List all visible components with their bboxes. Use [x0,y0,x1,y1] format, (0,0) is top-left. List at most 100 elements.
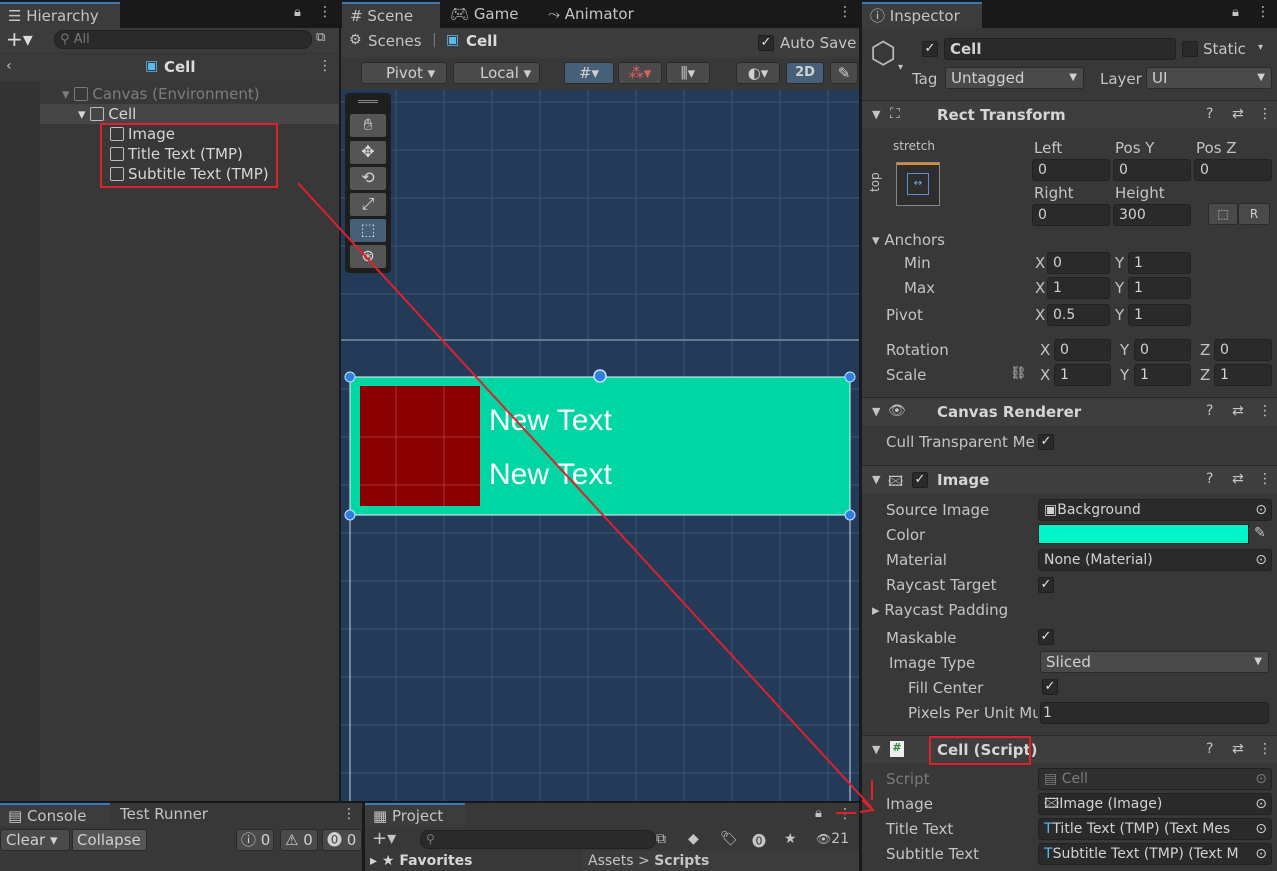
scale-x-field[interactable]: 1 [1054,364,1111,386]
filter-label-icon[interactable]: 🏷︎ [720,831,738,847]
anchor-min-x-field[interactable]: 0 [1047,252,1110,274]
component-menu-icon[interactable]: ⋮ [1258,741,1272,757]
project-lock-icon[interactable]: 🔒︎ [815,806,822,821]
breadcrumb-scenes[interactable]: Scenes [368,32,422,50]
tab-game[interactable]: 🎮︎ Game [442,2,534,28]
tab-console[interactable]: ▤ Console [0,803,110,827]
visibility-eye-icon[interactable]: 👁︎21 [816,831,849,847]
constrain-proportions-icon[interactable]: ⛓︎ [1010,366,1027,381]
lock-icon[interactable]: 🔒︎ [294,5,301,20]
clear-button[interactable]: Clear ▾ [0,829,70,851]
maskable-checkbox[interactable]: ✓ [1038,629,1054,645]
filter-error-icon[interactable]: ⓿ [752,831,766,851]
search-by-type-icon[interactable]: ⧉ [656,831,666,847]
favorites-item[interactable]: ▸ ★ Favorites [370,853,473,869]
console-menu-icon[interactable]: ⋮ [342,806,356,822]
anchor-preset-button[interactable]: ↔ [896,162,940,206]
anchor-handle-bl[interactable] [344,509,356,521]
tree-item-cell[interactable]: ▾ Cell [78,105,136,123]
tag-dropdown[interactable]: Untagged ▼ [945,67,1084,89]
presets-icon[interactable]: ⇄ [1232,741,1244,757]
active-checkbox[interactable]: ✓ [922,41,938,57]
icon-dropdown-arrow[interactable]: ▾ [898,62,903,73]
object-picker-icon[interactable]: ⊙ [1255,794,1267,814]
auto-save-checkbox[interactable]: ✓ [758,35,774,51]
pivot-handle[interactable] [593,369,607,383]
pivot-y-field[interactable]: 1 [1128,304,1191,326]
tab-project[interactable]: ▦ Project [365,803,465,827]
breadcrumb-menu-icon[interactable]: ⋮ [318,58,332,74]
posz-field[interactable]: 0 [1194,159,1272,181]
fill-center-checkbox[interactable]: ✓ [1042,679,1058,695]
snap-increment-button[interactable]: ⁂▾ [618,62,662,84]
breadcrumb-cell[interactable]: Cell [466,32,497,50]
path-scripts[interactable]: Scripts [654,853,709,869]
object-picker-icon[interactable]: ⊙ [1255,844,1267,864]
tab-animator[interactable]: ⤳ Animator [540,2,650,28]
rect-transform-header[interactable]: ▼ ⛶ Rect Transform ? ⇄ ⋮ [862,100,1277,128]
subtitle-text-reference-field[interactable]: TSubtitle Text (TMP) (Text M ⊙ [1038,843,1272,865]
hierarchy-search-input[interactable]: ⚲ All [54,30,312,49]
filter-type-icon[interactable]: ◆ [688,831,699,847]
help-icon[interactable]: ? [1206,471,1213,487]
grid-visibility-button[interactable]: ⫼▾ [666,62,710,84]
foldout-arrow-icon[interactable]: ▼ [872,405,880,418]
presets-icon[interactable]: ⇄ [1232,403,1244,419]
hand-tool-icon[interactable]: ✋︎ [350,114,386,137]
left-field[interactable]: 0 [1032,159,1110,181]
scene-menu-icon[interactable]: ⋮ [838,4,852,20]
collapse-button[interactable]: Collapse [72,829,147,851]
rotation-x-field[interactable]: 0 [1054,339,1111,361]
help-icon[interactable]: ? [1206,403,1213,419]
pivot-dropdown[interactable]: Pivot ▾ [361,62,447,84]
raycast-target-checkbox[interactable]: ✓ [1038,577,1054,593]
component-menu-icon[interactable]: ⋮ [1258,403,1272,419]
height-field[interactable]: 300 [1113,204,1191,226]
image-type-dropdown[interactable]: Sliced ▼ [1040,651,1269,673]
rotation-z-field[interactable]: 0 [1214,339,1272,361]
material-field[interactable]: None (Material) ⊙ [1038,549,1272,571]
lighting-button[interactable]: ✎ [830,62,858,84]
object-name-field[interactable]: Cell [944,38,1176,60]
local-dropdown[interactable]: Local ▾ [453,62,540,84]
static-checkbox[interactable] [1182,41,1198,57]
project-search-input[interactable]: ⚲ [420,830,656,849]
object-picker-icon[interactable]: ⊙ [1255,500,1267,520]
error-count-toggle[interactable]: ⓿ 0 [322,829,362,851]
image-component-header[interactable]: ▼ 🖾︎ ✓ Image ? ⇄ ⋮ [862,465,1277,493]
back-arrow-icon[interactable]: ‹ [6,58,12,74]
tab-hierarchy[interactable]: ☰ Hierarchy [0,2,120,28]
pixels-per-unit-field[interactable]: 1 [1040,702,1269,724]
inspector-menu-icon[interactable]: ⋮ [1256,4,1270,20]
cell-script-header[interactable]: ▼ # Cell (Script) ? ⇄ ⋮ [862,735,1277,763]
object-picker-icon[interactable]: ⊙ [1255,550,1267,570]
tab-test-runner[interactable]: Test Runner [112,803,232,827]
canvas-renderer-header[interactable]: ▼ 👁︎ Canvas Renderer ? ⇄ ⋮ [862,397,1277,425]
anchor-max-y-field[interactable]: 1 [1128,277,1191,299]
move-tool-icon[interactable]: ✥ [350,141,386,164]
add-icon[interactable]: +▾ [6,27,33,51]
info-count-toggle[interactable]: ⓘ 0 [236,829,274,851]
draw-mode-button[interactable]: ◐▾ [736,62,780,84]
object-picker-icon[interactable]: ⊙ [1255,819,1267,839]
blueprint-mode-button[interactable]: ⬚ [1208,203,1238,225]
project-add-icon[interactable]: +▾ [372,828,396,849]
scale-y-field[interactable]: 1 [1134,364,1191,386]
project-menu-icon[interactable]: ⋮ [838,806,852,822]
raycast-padding-foldout[interactable]: ▸ Raycast Padding [872,601,1008,619]
component-menu-icon[interactable]: ⋮ [1258,106,1272,122]
foldout-arrow-icon[interactable]: ▼ [872,743,880,756]
cull-transparent-checkbox[interactable]: ✓ [1038,434,1054,450]
tab-inspector[interactable]: ⓘ Inspector [862,2,982,28]
grid-snap-button[interactable]: #▾ [564,62,614,84]
title-text-mesh[interactable]: New Text [489,404,612,437]
color-swatch[interactable] [1038,524,1249,544]
right-field[interactable]: 0 [1032,204,1110,226]
tool-palette-grip[interactable] [358,100,378,103]
source-image-field[interactable]: ▣Background ⊙ [1038,499,1272,521]
foldout-arrow-icon[interactable]: ▼ [872,473,880,486]
favorite-star-icon[interactable]: ★ [784,831,797,847]
anchor-handle-tr[interactable] [844,371,856,383]
layer-dropdown[interactable]: UI ▼ [1146,67,1272,89]
warning-count-toggle[interactable]: ⚠ 0 [280,829,318,851]
